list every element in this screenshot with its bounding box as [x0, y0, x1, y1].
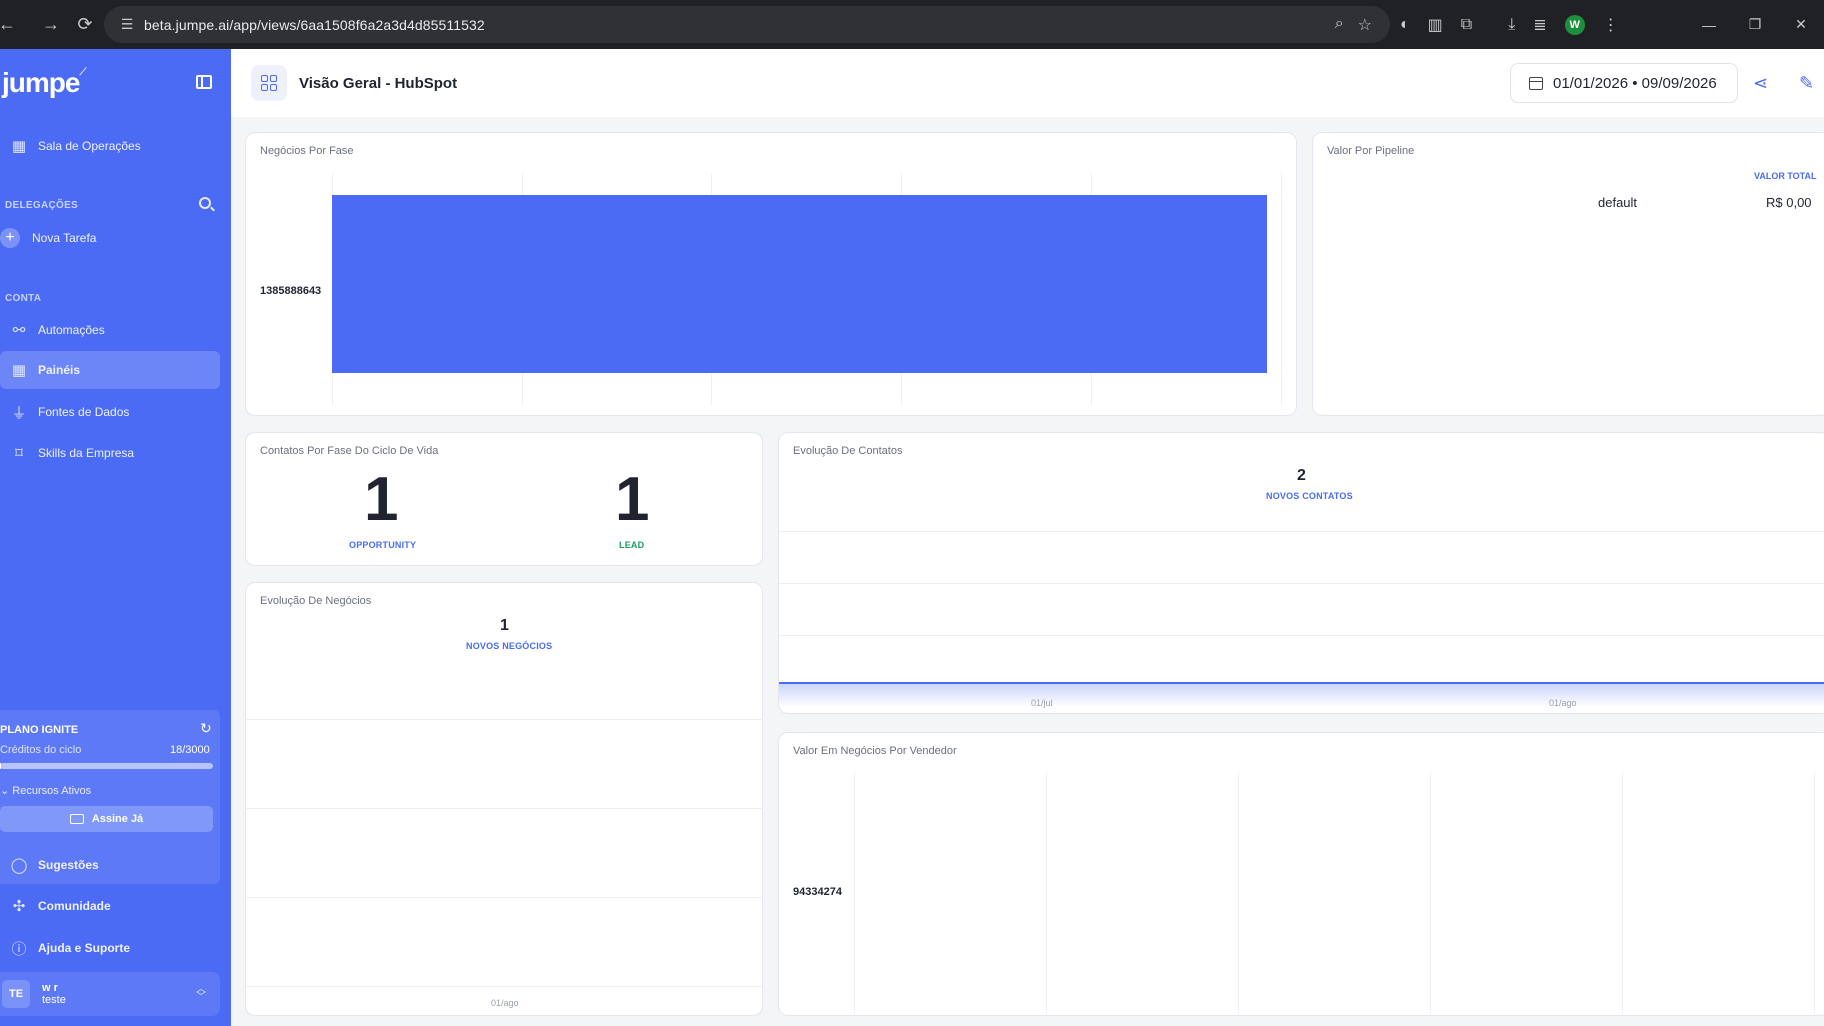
sidebar: jumpe⟋ ▦ Sala de Operações DELEGAÇÕES + …	[0, 49, 231, 1026]
close-icon[interactable]: ✕	[1778, 16, 1824, 33]
section-label: DELEGAÇÕES	[5, 200, 79, 211]
sidebar-item-comunidade[interactable]: ✣ Comunidade	[0, 887, 220, 925]
extension-icon[interactable]: ◐	[1400, 16, 1410, 34]
line-series[interactable]	[779, 682, 1824, 684]
subscribe-button[interactable]: Assine Já	[0, 806, 213, 832]
kpi-label: NOVOS CONTATOS	[1266, 491, 1353, 501]
kpi-value: 2	[1297, 467, 1306, 484]
user-org: teste	[42, 994, 66, 1006]
column-header: VALOR TOTAL	[1754, 171, 1817, 181]
extension-icon[interactable]: ▥	[1428, 15, 1443, 35]
panel-title: Evolução De Negócios	[260, 595, 372, 607]
panel-title: Valor Por Pipeline	[1327, 145, 1415, 157]
kpi-value: 1	[615, 465, 650, 534]
kpi-label: LEAD	[619, 540, 645, 550]
profile-avatar[interactable]: W	[1564, 14, 1585, 35]
sidebar-item-paineis[interactable]: ▦ Painéis	[0, 351, 220, 389]
panel-valor-por-vendedor: Valor Em Negócios Por Vendedor 94334274	[778, 732, 1824, 1016]
refresh-icon[interactable]: ↻	[200, 720, 212, 737]
page-title: Visão Geral - HubSpot	[299, 74, 458, 92]
date-range-picker[interactable]: 01/01/2026 • 09/09/2026	[1510, 63, 1738, 103]
help-icon: ⓘ	[11, 940, 27, 958]
page-header: Visão Geral - HubSpot 01/01/2026 • 09/09…	[231, 49, 1824, 117]
panel-contatos-ciclo-vida: Contatos Por Fase Do Ciclo De Vida 1 OPP…	[245, 432, 763, 566]
zoom-icon[interactable]: ⌕	[1335, 15, 1344, 35]
panel-title: Contatos Por Fase Do Ciclo De Vida	[260, 445, 439, 457]
x-tick-label: 01/ago	[1549, 698, 1577, 708]
url-text: beta.jumpe.ai/app/views/6aa1508f6a2a3d4d…	[144, 16, 485, 33]
grid-icon: ▦	[11, 138, 27, 155]
user-menu[interactable]: TE w r teste ︿ ﹀	[0, 972, 220, 1016]
sidebar-item-sala-operacoes[interactable]: ▦ Sala de Operações	[0, 127, 220, 165]
panel-evolucao-negocios: Evolução De Negócios 1 NOVOS NEGÓCIOS 01…	[245, 582, 763, 1016]
kpi-label: NOVOS NEGÓCIOS	[466, 641, 553, 651]
bar-category-label: 94334274	[793, 886, 842, 898]
automation-icon: ⚯	[12, 322, 26, 339]
panel-valor-por-pipeline: Valor Por Pipeline VALOR TOTAL default R…	[1312, 132, 1824, 416]
pipeline-name: default	[1598, 195, 1638, 210]
x-tick-label: 01/jul	[1031, 698, 1053, 708]
minimize-icon[interactable]: —	[1686, 17, 1732, 33]
new-task-button[interactable]: + Nova Tarefa	[0, 219, 220, 257]
plus-icon: +	[0, 228, 20, 248]
bar-category-label: 1385888643	[260, 285, 322, 297]
chevron-updown-icon: ︿ ﹀	[196, 984, 206, 1003]
panel-evolucao-contatos: Evolução De Contatos 2 NOVOS CONTATOS 01…	[778, 432, 1824, 714]
kpi-value: 1	[364, 465, 399, 534]
pipeline-value: R$ 0,00	[1766, 195, 1812, 210]
bookmark-icon: ⌑	[15, 445, 23, 462]
logo[interactable]: jumpe⟋	[2, 67, 86, 99]
edit-icon[interactable]: ✎	[1799, 73, 1814, 94]
dashboard-icon: ▦	[11, 362, 27, 379]
panel-title: Valor Em Negócios Por Vendedor	[793, 745, 957, 757]
dashboard-icon	[251, 65, 287, 101]
extensions-puzzle-icon[interactable]: ⧉	[1461, 16, 1472, 34]
credits-progress	[0, 763, 213, 769]
credits-label: Créditos do ciclo	[0, 744, 82, 756]
x-tick-label: 01/ago	[491, 998, 519, 1008]
share-icon[interactable]: ⋖	[1753, 73, 1768, 94]
chat-icon: ◯	[10, 857, 28, 874]
kpi-value: 1	[500, 617, 509, 634]
sidebar-item-skills[interactable]: ⌑ Skills da Empresa	[0, 434, 220, 472]
back-icon[interactable]: ←	[0, 8, 16, 42]
forward-icon[interactable]: →	[34, 8, 68, 42]
bookmark-star-icon[interactable]: ☆	[1358, 15, 1372, 35]
panel-negocios-por-fase: Negócios Por Fase 1385888643	[245, 132, 1297, 416]
credits-value: 18/3000	[170, 744, 210, 756]
panel-title: Negócios Por Fase	[260, 145, 354, 157]
chevron-down-icon: ⌄	[0, 785, 13, 797]
sidebar-item-automacoes[interactable]: ⚯ Automações	[0, 311, 220, 349]
browser-toolbar: ← → ⟳ ☰ beta.jumpe.ai/app/views/6aa1508f…	[0, 0, 1824, 49]
sidebar-collapse-icon[interactable]	[196, 75, 212, 89]
restore-icon[interactable]: ❐	[1732, 16, 1778, 33]
sidebar-item-fontes-dados[interactable]: ⏚ Fontes de Dados	[0, 393, 220, 431]
slack-icon: ✣	[12, 898, 26, 915]
section-label: CONTA	[5, 293, 42, 304]
reload-icon[interactable]: ⟳	[68, 8, 102, 42]
kpi-label: OPPORTUNITY	[349, 540, 417, 550]
panel-title: Evolução De Contatos	[793, 445, 903, 457]
avatar: TE	[2, 980, 30, 1008]
calendar-icon	[1529, 76, 1543, 90]
credit-card-icon	[69, 814, 84, 824]
sidebar-item-ajuda[interactable]: ⓘ Ajuda e Suporte	[0, 929, 220, 967]
resources-toggle[interactable]: ⌄ Recursos Ativos	[0, 784, 91, 797]
media-icon[interactable]: ≣	[1533, 15, 1546, 35]
address-bar[interactable]: ☰ beta.jumpe.ai/app/views/6aa1508f6a2a3d…	[104, 6, 1390, 43]
plug-icon: ⏚	[11, 404, 27, 422]
download-icon[interactable]: ⤓	[1508, 16, 1515, 34]
area-fill	[779, 683, 1824, 707]
sidebar-item-sugestoes[interactable]: ◯ Sugestões	[0, 846, 220, 884]
search-icon[interactable]	[199, 197, 211, 209]
plan-title: PLANO IGNITE	[0, 724, 79, 736]
site-settings-icon[interactable]: ☰	[110, 16, 144, 33]
menu-kebab-icon[interactable]: ⋮	[1603, 15, 1619, 35]
date-range-text: 01/01/2026 • 09/09/2026	[1553, 74, 1717, 92]
user-name: w r	[42, 982, 58, 994]
chart-bar[interactable]	[332, 195, 1267, 373]
